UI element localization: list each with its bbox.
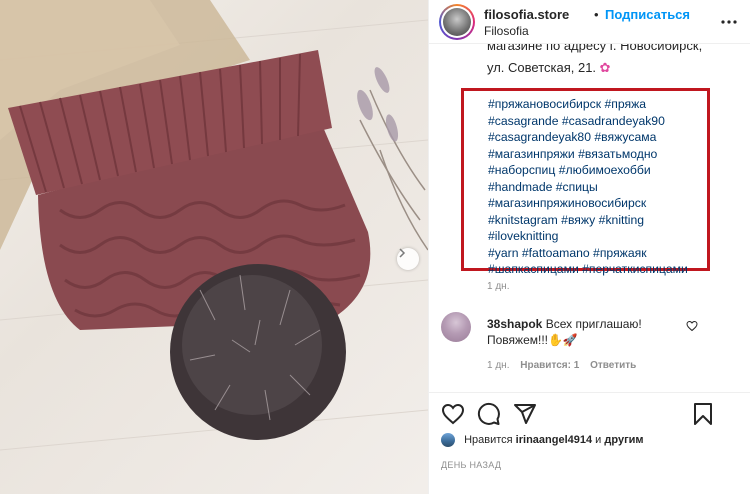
post-photo — [0, 0, 428, 494]
hashtag-link[interactable]: #handmade — [488, 180, 552, 194]
hashtag-link[interactable]: #наборспиц — [488, 163, 555, 177]
hashtag-link[interactable]: #knitstagram — [488, 213, 558, 227]
likes-others-link[interactable]: другим — [604, 434, 643, 446]
likes-line: Нравится irinaangel4914 и другим — [441, 433, 644, 447]
post-header: filosofia.store • Подписаться Filosofia — [429, 0, 750, 44]
username-link[interactable]: filosofia.store — [484, 7, 569, 22]
hashtag-link[interactable]: #iloveknitting — [488, 229, 558, 243]
avatar-image — [443, 8, 471, 36]
save-bookmark-icon[interactable] — [691, 402, 715, 426]
likes-conjunction: и — [595, 433, 602, 446]
carousel-next-button[interactable] — [397, 248, 419, 270]
share-send-icon[interactable] — [513, 402, 537, 426]
hashtag-link[interactable]: #fattoamano — [522, 246, 590, 260]
hashtag-link[interactable]: #вяжу — [561, 213, 595, 227]
chevron-right-icon — [399, 248, 406, 258]
hashtag-link[interactable]: #casagrande — [488, 114, 558, 128]
hashtag-line: #casagrande #casadrandeyak90 — [488, 113, 707, 130]
comment-like-heart-icon[interactable] — [686, 320, 698, 332]
hashtag-link[interactable]: #любимоехобби — [559, 163, 651, 177]
more-horizontal-icon[interactable] — [719, 12, 739, 32]
liker-username[interactable]: irinaangel4914 — [516, 434, 592, 446]
comment-text: 38shapok Всех приглашаю! Повяжем!!!✋🚀 — [487, 316, 687, 348]
hashtag-link[interactable]: #пряжановосибирск — [488, 97, 601, 111]
comment-meta: 1 дн. Нравится: 1 Ответить — [487, 360, 644, 371]
comment-likes-count[interactable]: Нравится: 1 — [520, 360, 579, 371]
hashtag-link[interactable]: #knitting — [599, 213, 644, 227]
hashtag-line: #магазинпряжи #вязатьмодно — [488, 146, 707, 163]
liker-avatar[interactable] — [441, 433, 455, 447]
hashtag-link[interactable]: #перчаткиспицами — [582, 262, 688, 276]
hashtag-link[interactable]: #пряжаяк — [593, 246, 646, 260]
comment-username[interactable]: 38shapok — [487, 317, 542, 331]
action-bar — [429, 392, 750, 432]
address-text: ул. Советская, 21. — [487, 60, 597, 75]
caption-partial-line: магазине по адресу г. Новосибирск, — [487, 44, 737, 53]
flower-icon: ✿ — [599, 60, 611, 75]
hashtag-line: #магазинпряжиновосибирск — [488, 195, 707, 212]
hashtag-line: #iloveknitting — [488, 228, 707, 245]
hashtag-link[interactable]: #casadrandeyak90 — [562, 114, 665, 128]
hashtag-line: #шапкаспицами #перчаткиспицами — [488, 261, 707, 278]
hashtag-link[interactable]: #casagrandeyak80 — [488, 130, 591, 144]
like-heart-icon[interactable] — [441, 402, 465, 426]
hashtag-link[interactable]: #спицы — [556, 180, 598, 194]
comment-avatar[interactable] — [441, 312, 471, 342]
reply-button[interactable]: Ответить — [590, 360, 636, 371]
follow-button[interactable]: Подписаться — [605, 7, 690, 22]
hashtag-line: #наборспиц #любимоехобби — [488, 162, 707, 179]
knitted-hat-image — [0, 0, 428, 451]
hashtag-line: #knitstagram #вяжу #knitting — [488, 212, 707, 229]
hashtag-line: #handmade #спицы — [488, 179, 707, 196]
post-side-panel: filosofia.store • Подписаться Filosofia … — [428, 0, 750, 494]
comment-time: 1 дн. — [487, 360, 510, 371]
hashtag-link[interactable]: #yarn — [488, 246, 519, 260]
hashtag-link[interactable]: #магазинпряжи — [488, 147, 575, 161]
hashtag-line: #пряжановосибирск #пряжа — [488, 96, 707, 113]
caption-address: ул. Советская, 21. ✿ — [487, 60, 611, 76]
separator-dot: • — [594, 7, 599, 22]
account-subname: Filosofia — [484, 24, 529, 38]
post-date: ДЕНЬ НАЗАД — [441, 460, 502, 470]
hashtag-link[interactable]: #вяжусама — [594, 130, 656, 144]
caption-partial-text: магазине по адресу г. Новосибирск, — [487, 44, 703, 53]
comment-icon[interactable] — [477, 402, 501, 426]
hashtag-line: #yarn #fattoamano #пряжаяк — [488, 245, 707, 262]
hashtag-link[interactable]: #шапкаспицами — [488, 262, 579, 276]
hashtag-link[interactable]: #магазинпряжиновосибирск — [488, 196, 646, 210]
hashtag-link[interactable]: #пряжа — [604, 97, 646, 111]
likes-prefix: Нравится — [464, 433, 513, 446]
avatar[interactable] — [439, 4, 475, 40]
hashtag-line: #casagrandeyak80 #вяжусама — [488, 129, 707, 146]
hashtag-link[interactable]: #вязатьмодно — [578, 147, 657, 161]
hashtags-highlight-box: #пряжановосибирск #пряжа #casagrande #cas… — [461, 88, 710, 276]
caption-time: 1 дн. — [487, 281, 510, 292]
